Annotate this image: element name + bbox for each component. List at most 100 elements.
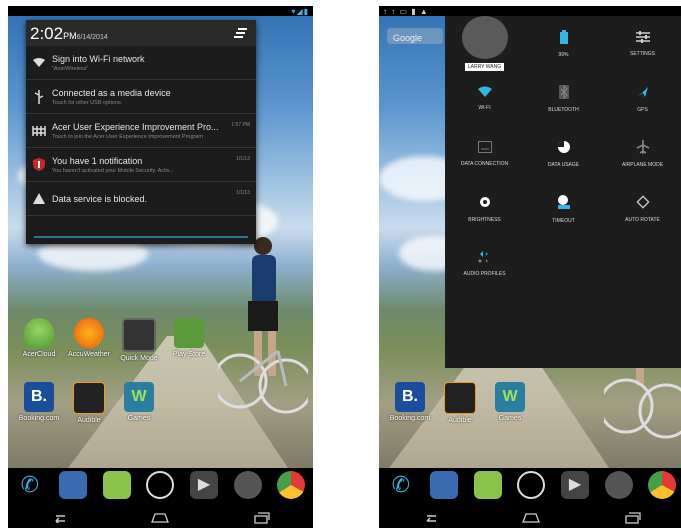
booking-icon: B. <box>395 382 425 412</box>
avatar <box>461 16 508 59</box>
accuweather-icon <box>74 318 104 348</box>
messaging-icon[interactable] <box>473 471 502 499</box>
camera-icon[interactable] <box>604 471 633 499</box>
data-connection-tile[interactable]: DATA CONNECTION <box>445 126 524 181</box>
auto-rotate-icon <box>635 194 650 209</box>
all-apps-icon[interactable] <box>517 471 546 499</box>
timeout-icon <box>557 194 570 209</box>
app-accuweather[interactable]: AccuWeather <box>64 318 114 362</box>
cyclist-image <box>218 237 308 414</box>
app-booking[interactable]: B. Booking.com <box>14 382 64 424</box>
notification-security[interactable]: You have 1 notification You haven't acti… <box>26 148 256 182</box>
play-icon[interactable]: ▶ <box>561 471 590 499</box>
back-button[interactable] <box>39 509 79 527</box>
status-bar[interactable]: ▾◢▮ <box>8 6 313 16</box>
play-store-icon <box>174 318 204 348</box>
app-audible[interactable]: Audible <box>64 382 114 424</box>
contacts-icon[interactable] <box>430 471 459 499</box>
gps-tile[interactable]: GPS <box>603 71 681 126</box>
notification-data-blocked[interactable]: Data service is blocked. 1/1/13 <box>26 182 256 216</box>
signal-battery-icon: ▾◢▮ <box>291 7 309 16</box>
airplane-mode-tile[interactable]: AIRPLANE MODE <box>603 126 681 181</box>
warning-icon <box>33 193 45 204</box>
back-icon <box>55 515 65 523</box>
home-button[interactable] <box>511 509 551 527</box>
notification-usb[interactable]: Connected as a media device Touch for ot… <box>26 80 256 114</box>
app-quick-mode[interactable]: Quick Mode <box>114 318 164 362</box>
bluetooth-tile[interactable]: BLUETOOTH <box>524 71 603 126</box>
settings-icon <box>635 30 650 43</box>
wifi-icon <box>477 86 492 97</box>
status-bar[interactable]: ↑ ↑ ▭ ▮ ▲ <box>379 6 681 16</box>
wifi-icon <box>33 57 45 67</box>
play-icon[interactable]: ▶ <box>190 471 219 499</box>
battery-tile[interactable]: 99% <box>524 16 603 71</box>
back-button[interactable] <box>410 509 450 527</box>
acercloud-icon <box>24 318 54 348</box>
app-acercloud[interactable]: AcerCloud <box>14 318 64 362</box>
app-games[interactable]: W Games <box>485 382 535 424</box>
program-icon <box>32 125 46 136</box>
home-icon <box>151 513 170 523</box>
airplane-icon <box>636 139 649 154</box>
brightness-icon <box>479 196 490 207</box>
data-connection-icon <box>477 140 492 153</box>
home-app-row-2: B. Booking.com Audible W Games <box>385 382 535 424</box>
shade-drag-handle[interactable] <box>34 236 248 238</box>
all-apps-icon[interactable] <box>146 471 175 499</box>
brightness-tile[interactable]: BRIGHTNESS <box>445 181 524 236</box>
user-tile[interactable]: LARRY WANG <box>445 16 524 71</box>
quick-settings-toggle-icon[interactable] <box>234 27 248 39</box>
quick-settings-panel[interactable]: LARRY WANG 99% SETTINGS WI-FI BLUETOOTH … <box>445 16 681 368</box>
navigation-bar <box>379 508 681 528</box>
app-audible[interactable]: Audible <box>435 382 485 424</box>
app-play-store[interactable]: Play Store <box>164 318 214 362</box>
battery-icon <box>559 29 568 44</box>
games-icon: W <box>495 382 525 412</box>
security-icon <box>33 158 45 171</box>
games-icon: W <box>124 382 154 412</box>
phone-screen-notifications: ▾◢▮ AcerCloud AccuWeather Quick Mode Pla… <box>8 6 313 528</box>
audible-icon <box>444 382 476 414</box>
recents-icon <box>254 512 270 524</box>
app-games[interactable]: W Games <box>114 382 164 424</box>
recents-button[interactable] <box>242 509 282 527</box>
phone-screen-quick-settings: ↑ ↑ ▭ ▮ ▲ Google B. Booking.com Audible … <box>379 6 681 528</box>
recents-button[interactable] <box>613 509 653 527</box>
home-button[interactable] <box>140 509 180 527</box>
clock: 2:02PM6/14/2014 <box>30 24 108 43</box>
wifi-tile[interactable]: WI-FI <box>445 71 524 126</box>
booking-icon: B. <box>24 382 54 412</box>
home-app-row-1: AcerCloud AccuWeather Quick Mode Play St… <box>14 318 214 362</box>
google-search-bar[interactable]: Google <box>387 28 443 44</box>
shade-header: 2:02PM6/14/2014 <box>26 20 256 46</box>
audio-profiles-tile[interactable]: AUDIO PROFILES <box>445 236 524 291</box>
quick-mode-icon <box>122 318 156 352</box>
home-icon <box>522 513 541 523</box>
notification-wifi[interactable]: Sign into Wi-Fi network "AcerWireless" <box>26 46 256 80</box>
data-usage-tile[interactable]: DATA USAGE <box>524 126 603 181</box>
notification-acer-program[interactable]: Acer User Experience Improvement Pro... … <box>26 114 256 148</box>
contacts-icon[interactable] <box>59 471 88 499</box>
phone-icon[interactable]: ✆ <box>16 471 44 499</box>
settings-tile[interactable]: SETTINGS <box>603 16 681 71</box>
audible-icon <box>73 382 105 414</box>
status-notification-icons: ↑ ↑ ▭ ▮ ▲ <box>383 7 429 16</box>
camera-icon[interactable] <box>233 471 262 499</box>
auto-rotate-tile[interactable]: AUTO ROTATE <box>603 181 681 236</box>
recents-icon <box>625 512 641 524</box>
navigation-bar <box>8 508 313 528</box>
chrome-icon[interactable] <box>648 471 677 499</box>
timeout-tile[interactable]: TIMEOUT <box>524 181 603 236</box>
bluetooth-icon <box>558 84 569 99</box>
audio-profiles-icon <box>476 250 487 262</box>
phone-icon[interactable]: ✆ <box>387 471 415 499</box>
back-icon <box>426 515 436 522</box>
data-usage-icon <box>557 140 570 153</box>
messaging-icon[interactable] <box>102 471 131 499</box>
app-booking[interactable]: B. Booking.com <box>385 382 435 424</box>
chrome-icon[interactable] <box>277 471 306 499</box>
gps-icon <box>637 86 648 97</box>
notification-shade[interactable]: 2:02PM6/14/2014 Sign into Wi-Fi network … <box>26 20 256 244</box>
usb-icon <box>34 89 44 104</box>
